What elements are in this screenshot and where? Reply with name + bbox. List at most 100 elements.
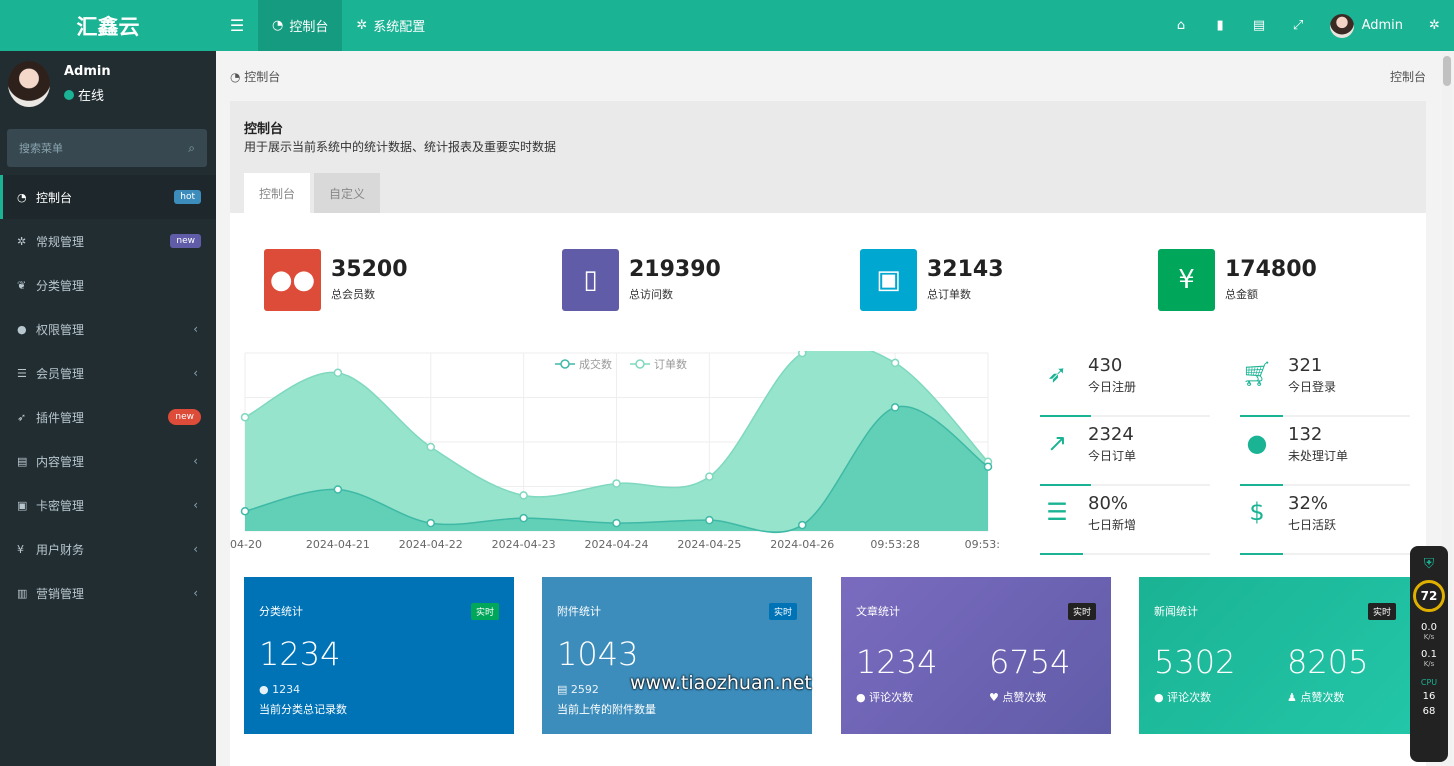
dashboard-icon: ◔ xyxy=(17,190,27,204)
user-menu[interactable]: Admin xyxy=(1318,13,1415,38)
x-tick-label: 2024-04-21 xyxy=(306,538,370,551)
stat-visits: ▯ 219390 总访问数 xyxy=(562,249,721,311)
mini-stat: ● 132 未处理订单 xyxy=(1240,424,1410,486)
sidebar-avatar xyxy=(8,61,50,107)
breadcrumb-left[interactable]: ◔ 控制台 xyxy=(230,68,280,85)
sidebar-item-dashboard[interactable]: ◔ 控制台 hot xyxy=(0,175,216,219)
heart-icon: ♥ xyxy=(989,691,1003,704)
sidebar-item-content[interactable]: ▤ 内容管理 ‹ xyxy=(0,439,216,483)
stat-amount: ¥ 174800 总金额 xyxy=(1158,249,1317,311)
app-logo[interactable]: 汇鑫云 xyxy=(0,0,216,51)
trash-icon[interactable]: ▮ xyxy=(1201,18,1240,33)
breadcrumb-label: 控制台 xyxy=(244,69,281,84)
comment-icon: ● xyxy=(1154,691,1168,704)
progress-bar xyxy=(1040,415,1210,417)
card-title: 新闻统计 xyxy=(1154,605,1198,618)
sidebar-item-label: 营销管理 xyxy=(36,586,85,601)
search-icon[interactable]: ⌕ xyxy=(188,141,195,156)
tab-console[interactable]: 控制台 xyxy=(244,173,311,213)
tab-dashboard[interactable]: ◔ 控制台 xyxy=(258,0,343,51)
stat-label: 总金额 xyxy=(1225,288,1258,302)
dashboard-icon: ◔ xyxy=(272,18,284,33)
language-icon[interactable]: ▤ xyxy=(1240,18,1279,33)
card-note: 当前分类总记录数 xyxy=(259,703,347,716)
data-point xyxy=(426,442,435,452)
bar-chart-icon: ▥ xyxy=(17,586,28,600)
tab-system-config[interactable]: ✲ 系统配置 xyxy=(342,0,439,51)
leaf-icon: ❦ xyxy=(17,278,27,292)
menu-toggle-icon[interactable]: ☰ xyxy=(216,0,258,51)
x-tick-label: 2024-04-24 xyxy=(585,538,649,551)
sidebar-user-name: Admin xyxy=(64,64,111,79)
upload-rate: 0.0 xyxy=(1421,622,1437,633)
data-point xyxy=(890,403,900,412)
sidebar-item-auth[interactable]: ● 权限管理 ‹ xyxy=(0,307,216,351)
stat-label: 总访问数 xyxy=(629,288,673,302)
card-title: 附件统计 xyxy=(557,605,601,618)
card-attachment-stats: 附件统计 实时 1043 ▤ 2592 当前上传的附件数量 xyxy=(542,577,812,734)
rocket-icon: ➶ xyxy=(1046,360,1068,388)
sidebar-item-members[interactable]: ☰ 会员管理 ‹ xyxy=(0,351,216,395)
mini-stat: ☰ 80% 七日新增 xyxy=(1040,493,1210,555)
chevron-left-icon: ‹ xyxy=(193,586,198,600)
mini-value: 2324 xyxy=(1088,424,1134,445)
yen-icon: ¥ xyxy=(1158,249,1215,311)
mini-value: 430 xyxy=(1088,355,1123,376)
search-input[interactable] xyxy=(19,141,169,155)
new-badge: new xyxy=(168,409,201,425)
card-sub-value: 2592 xyxy=(570,683,599,696)
data-point xyxy=(519,491,528,500)
sidebar-item-finance[interactable]: ¥ 用户财务 ‹ xyxy=(0,527,216,571)
system-monitor-widget[interactable]: ⛨ 72 0.0 K/s 0.1 K/s CPU 16 68 xyxy=(1410,546,1448,762)
sidebar-item-cards[interactable]: ▣ 卡密管理 ‹ xyxy=(0,483,216,527)
progress-bar xyxy=(1240,484,1410,486)
mini-stat: 🛒︎ 321 今日登录 xyxy=(1240,355,1410,417)
settings-gear-icon[interactable]: ✲ xyxy=(1415,18,1454,33)
mini-value: 132 xyxy=(1288,424,1323,445)
card-value-comments: 5302 xyxy=(1154,643,1236,681)
card-value-likes: 8205 xyxy=(1287,643,1369,681)
top-navbar: ☰ ◔ 控制台 ✲ 系统配置 ⌂ ▮ ▤ ⤢ Admin ✲ xyxy=(216,0,1454,51)
sidebar-item-label: 会员管理 xyxy=(36,366,85,381)
data-point xyxy=(890,358,900,368)
sidebar-item-general[interactable]: ✲ 常规管理 new xyxy=(0,219,216,263)
download-rate: 0.1 xyxy=(1421,649,1437,660)
sidebar-item-category[interactable]: ❦ 分类管理 xyxy=(0,263,216,307)
sidebar-item-marketing[interactable]: ▥ 营销管理 ‹ xyxy=(0,571,216,615)
rocket-icon: ➶ xyxy=(17,410,27,424)
data-point xyxy=(333,485,343,494)
user-name: Admin xyxy=(1361,18,1403,33)
card-comments-text: 评论次数 xyxy=(869,691,914,704)
sidebar-menu: ◔ 控制台 hot ✲ 常规管理 new ❦ 分类管理 ● 权限管理 ‹ ☰ 会员管理 ‹ ➶ 插件… xyxy=(0,175,216,615)
user-status-label: 在线 xyxy=(78,89,105,104)
cpu-label: CPU xyxy=(1420,678,1438,687)
sidebar: Admin 在线 ⌕ ◔ 控制台 hot ✲ 常规管理 new ❦ 分类管理 ● 权限管理 ‹… xyxy=(0,51,216,766)
cart-icon: 🛒︎ xyxy=(1241,360,1273,388)
mini-value: 80% xyxy=(1088,493,1129,514)
x-tick-label: 04-20 xyxy=(230,538,262,551)
home-icon[interactable]: ⌂ xyxy=(1162,18,1201,33)
stat-value: 219390 xyxy=(629,256,721,282)
realtime-badge: 实时 xyxy=(768,603,797,620)
data-point xyxy=(612,479,621,488)
data-point xyxy=(426,518,435,528)
sidebar-item-label: 卡密管理 xyxy=(36,498,85,513)
data-point xyxy=(705,472,714,481)
mini-label: 未处理订单 xyxy=(1288,449,1349,463)
x-tick-label: 09:53:28 xyxy=(870,538,919,551)
fullscreen-icon[interactable]: ⤢ xyxy=(1279,18,1318,33)
data-point xyxy=(612,518,621,528)
card-value-comments: 1234 xyxy=(856,643,938,681)
x-tick-label: 2024-04-25 xyxy=(677,538,741,551)
tab-custom[interactable]: 自定义 xyxy=(314,173,381,213)
scrollbar-thumb[interactable] xyxy=(1443,56,1451,86)
card-comments-text: 评论次数 xyxy=(1167,691,1212,704)
card-likes-label: ♟ 点赞次数 xyxy=(1287,689,1344,705)
stat-value: 32143 xyxy=(927,256,1004,282)
cpu-temp: 68 xyxy=(1422,706,1436,717)
gear-icon: ✲ xyxy=(356,18,368,33)
chevron-left-icon: ‹ xyxy=(193,542,198,556)
avatar xyxy=(1329,13,1354,38)
sidebar-item-plugins[interactable]: ➶ 插件管理 new xyxy=(0,395,216,439)
users-icon: ● xyxy=(1246,429,1268,457)
